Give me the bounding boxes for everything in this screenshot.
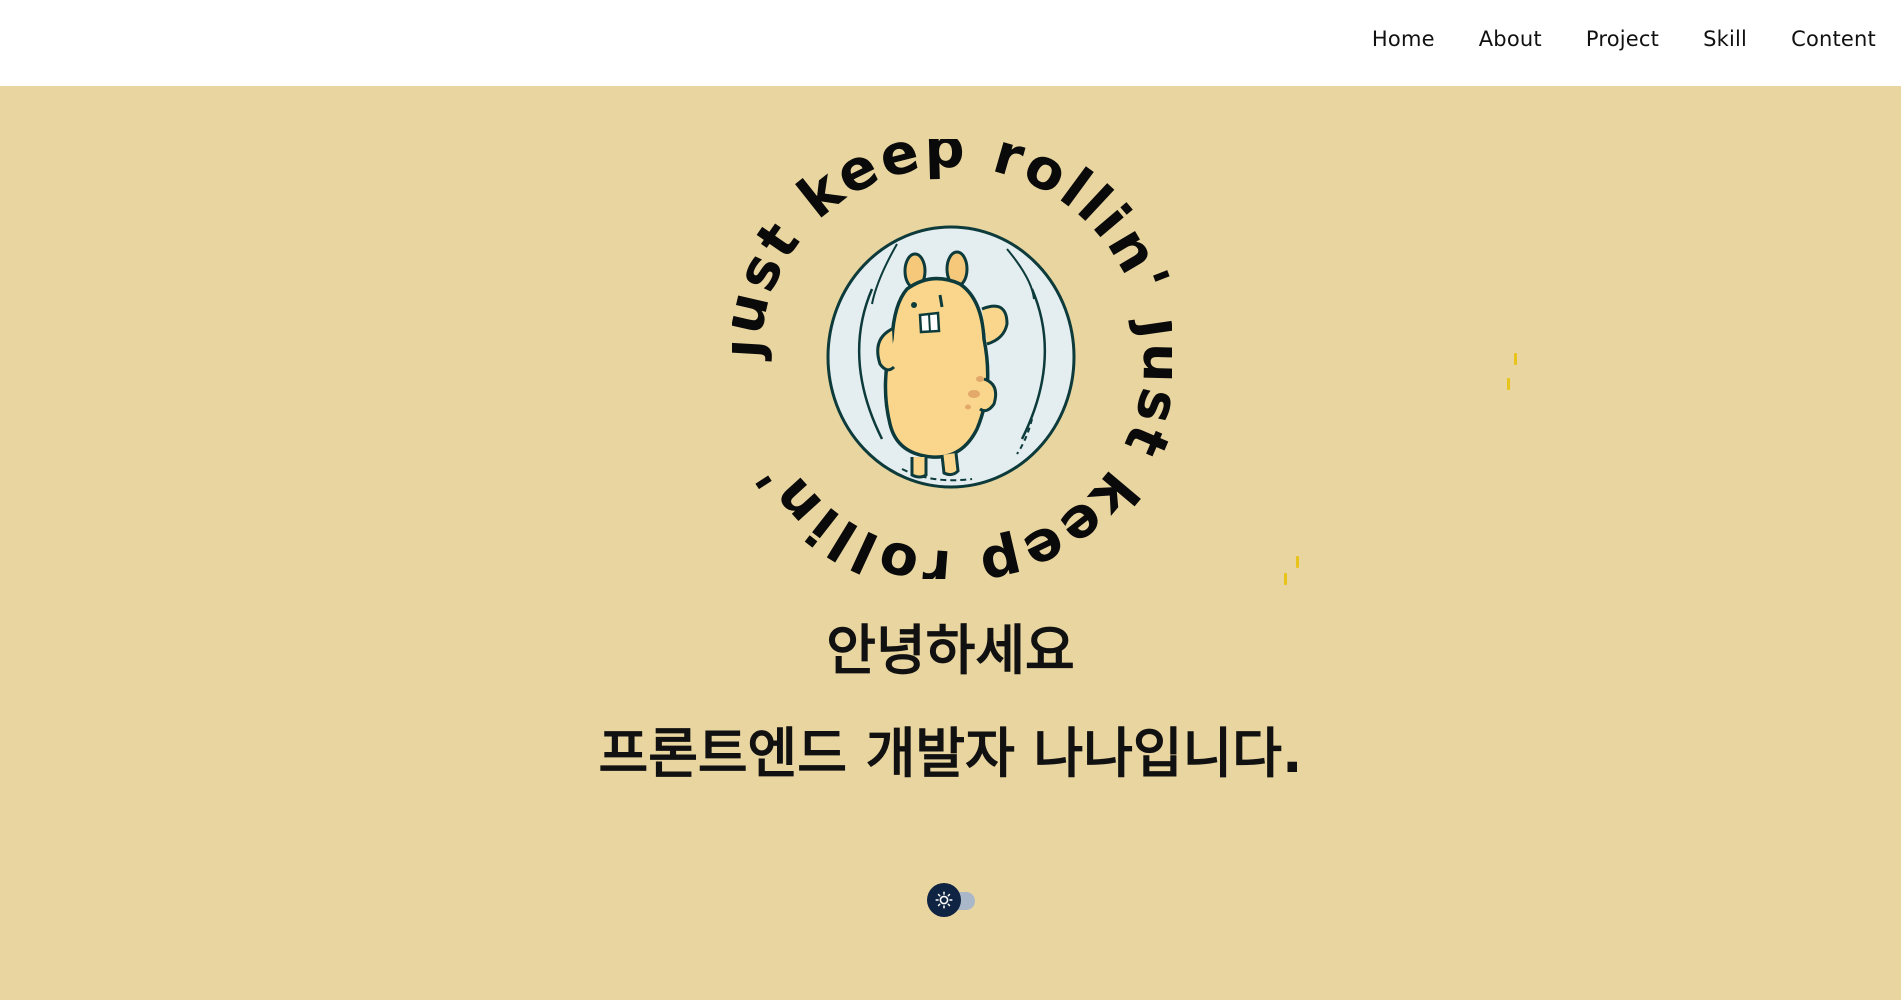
toggle-knob [927,883,961,917]
nav-link-content[interactable]: Content [1791,27,1876,51]
nav-link-project[interactable]: Project [1586,27,1659,51]
sparkle-decoration [1296,556,1299,568]
nav-link-skill[interactable]: Skill [1703,27,1747,51]
theme-toggle[interactable] [927,883,977,917]
hero-greeting: 안녕하세요 [826,619,1075,682]
hero-intro: 프론트엔드 개발자 나나입니다. [598,722,1303,785]
sparkle-decoration [1284,573,1287,585]
nav-item-about: About [1479,27,1542,51]
nav-link-home[interactable]: Home [1372,27,1435,51]
nav-item-project: Project [1586,27,1659,51]
sun-icon [935,891,953,909]
nav-item-skill: Skill [1703,27,1747,51]
nav-menu: Home About Project Skill Content [1372,0,1876,78]
hamster-logo: just keep rollin' just keep rollin' [732,139,1172,579]
hamster-ball-logo: just keep rollin' just keep rollin' [732,139,1172,579]
top-navbar: Home About Project Skill Content [0,0,1901,86]
nav-item-content: Content [1791,27,1876,51]
nav-link-about[interactable]: About [1479,27,1542,51]
hero-section: just keep rollin' just keep rollin' [0,86,1901,1000]
sparkle-decoration [1507,378,1510,390]
nav-item-home: Home [1372,27,1435,51]
sparkle-decoration [1514,353,1517,365]
hamster-ball-icon [826,225,1076,489]
